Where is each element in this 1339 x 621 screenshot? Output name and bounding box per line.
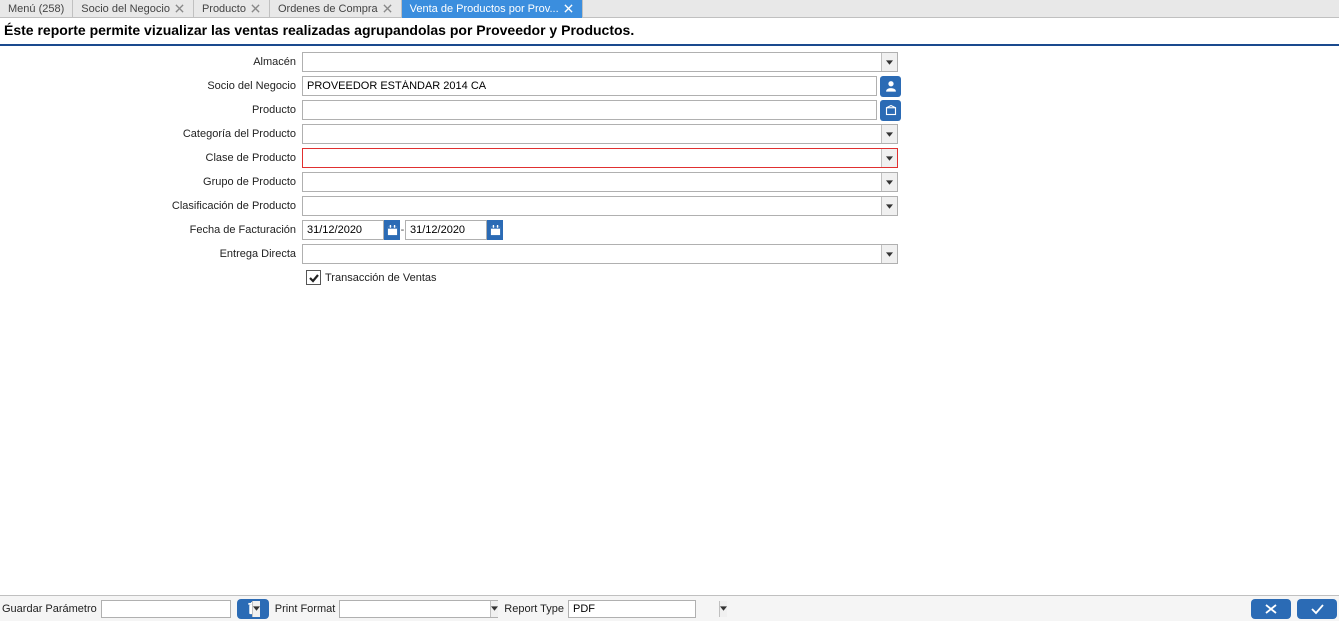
tab-menu[interactable]: Menú (258) [0,0,73,18]
label-clase: Clase de Producto [0,152,302,164]
fecha-from-input-wrap[interactable] [302,220,384,240]
tab-socio[interactable]: Socio del Negocio [73,0,194,18]
tab-label: Venta de Productos por Prov... [410,3,559,15]
chevron-down-icon[interactable] [881,53,897,71]
fecha-to-input[interactable] [406,221,556,239]
product-lookup-button[interactable] [880,100,901,121]
transaccion-checkbox[interactable] [306,270,321,285]
tab-producto[interactable]: Producto [194,0,270,18]
label-transaccion: Transacción de Ventas [325,272,437,284]
cancel-button[interactable] [1251,599,1291,619]
chevron-down-icon[interactable] [719,601,727,617]
chevron-down-icon[interactable] [252,601,260,617]
report-type-input[interactable] [569,601,719,617]
close-icon[interactable] [250,3,261,14]
close-icon[interactable] [174,3,185,14]
grupo-combo[interactable] [302,172,898,192]
almacen-input[interactable] [303,53,881,71]
clase-combo[interactable] [302,148,898,168]
bpartner-lookup-button[interactable] [880,76,901,97]
label-guardar-parametro: Guardar Parámetro [2,603,97,615]
chevron-down-icon[interactable] [881,149,897,167]
tab-ordenes[interactable]: Ordenes de Compra [270,0,402,18]
tab-label: Menú (258) [8,3,64,15]
categoria-input[interactable] [303,125,881,143]
chevron-down-icon[interactable] [490,601,498,617]
label-socio: Socio del Negocio [0,80,302,92]
print-format-input[interactable] [340,601,490,617]
report-description: Éste reporte permite vizualizar las vent… [0,18,1339,46]
tab-bar: Menú (258) Socio del Negocio Producto Or… [0,0,1339,18]
label-entrega: Entrega Directa [0,248,302,260]
clase-input[interactable] [303,149,881,167]
entrega-input[interactable] [303,245,881,263]
tab-label: Ordenes de Compra [278,3,378,15]
label-almacen: Almacén [0,56,302,68]
categoria-combo[interactable] [302,124,898,144]
label-fecha: Fecha de Facturación [0,224,302,236]
label-print-format: Print Format [275,603,336,615]
grupo-input[interactable] [303,173,881,191]
tab-label: Producto [202,3,246,15]
fecha-to-input-wrap[interactable] [405,220,487,240]
chevron-down-icon[interactable] [881,245,897,263]
label-clasificacion: Clasificación de Producto [0,200,302,212]
tab-label: Socio del Negocio [81,3,170,15]
chevron-down-icon[interactable] [881,197,897,215]
close-icon[interactable] [382,3,393,14]
ok-button[interactable] [1297,599,1337,619]
producto-input[interactable] [303,101,876,119]
chevron-down-icon[interactable] [881,125,897,143]
producto-combo[interactable] [302,100,877,120]
close-icon[interactable] [563,3,574,14]
clasificacion-combo[interactable] [302,196,898,216]
chevron-down-icon[interactable] [881,173,897,191]
entrega-combo[interactable] [302,244,898,264]
label-grupo: Grupo de Producto [0,176,302,188]
label-producto: Producto [0,104,302,116]
clasificacion-input[interactable] [303,197,881,215]
print-format-combo[interactable] [339,600,498,618]
report-type-combo[interactable] [568,600,696,618]
tab-venta-productos[interactable]: Venta de Productos por Prov... [402,0,583,18]
label-report-type: Report Type [504,603,564,615]
socio-input[interactable] [303,77,876,95]
almacen-combo[interactable] [302,52,898,72]
label-categoria: Categoría del Producto [0,128,302,140]
socio-combo[interactable] [302,76,877,96]
guardar-parametro-input[interactable] [102,601,252,617]
guardar-parametro-combo[interactable] [101,600,231,618]
parameters-form: Almacén Socio del Negocio Producto [0,46,1339,289]
footer-bar: Guardar Parámetro Print Format Report Ty… [0,595,1339,621]
